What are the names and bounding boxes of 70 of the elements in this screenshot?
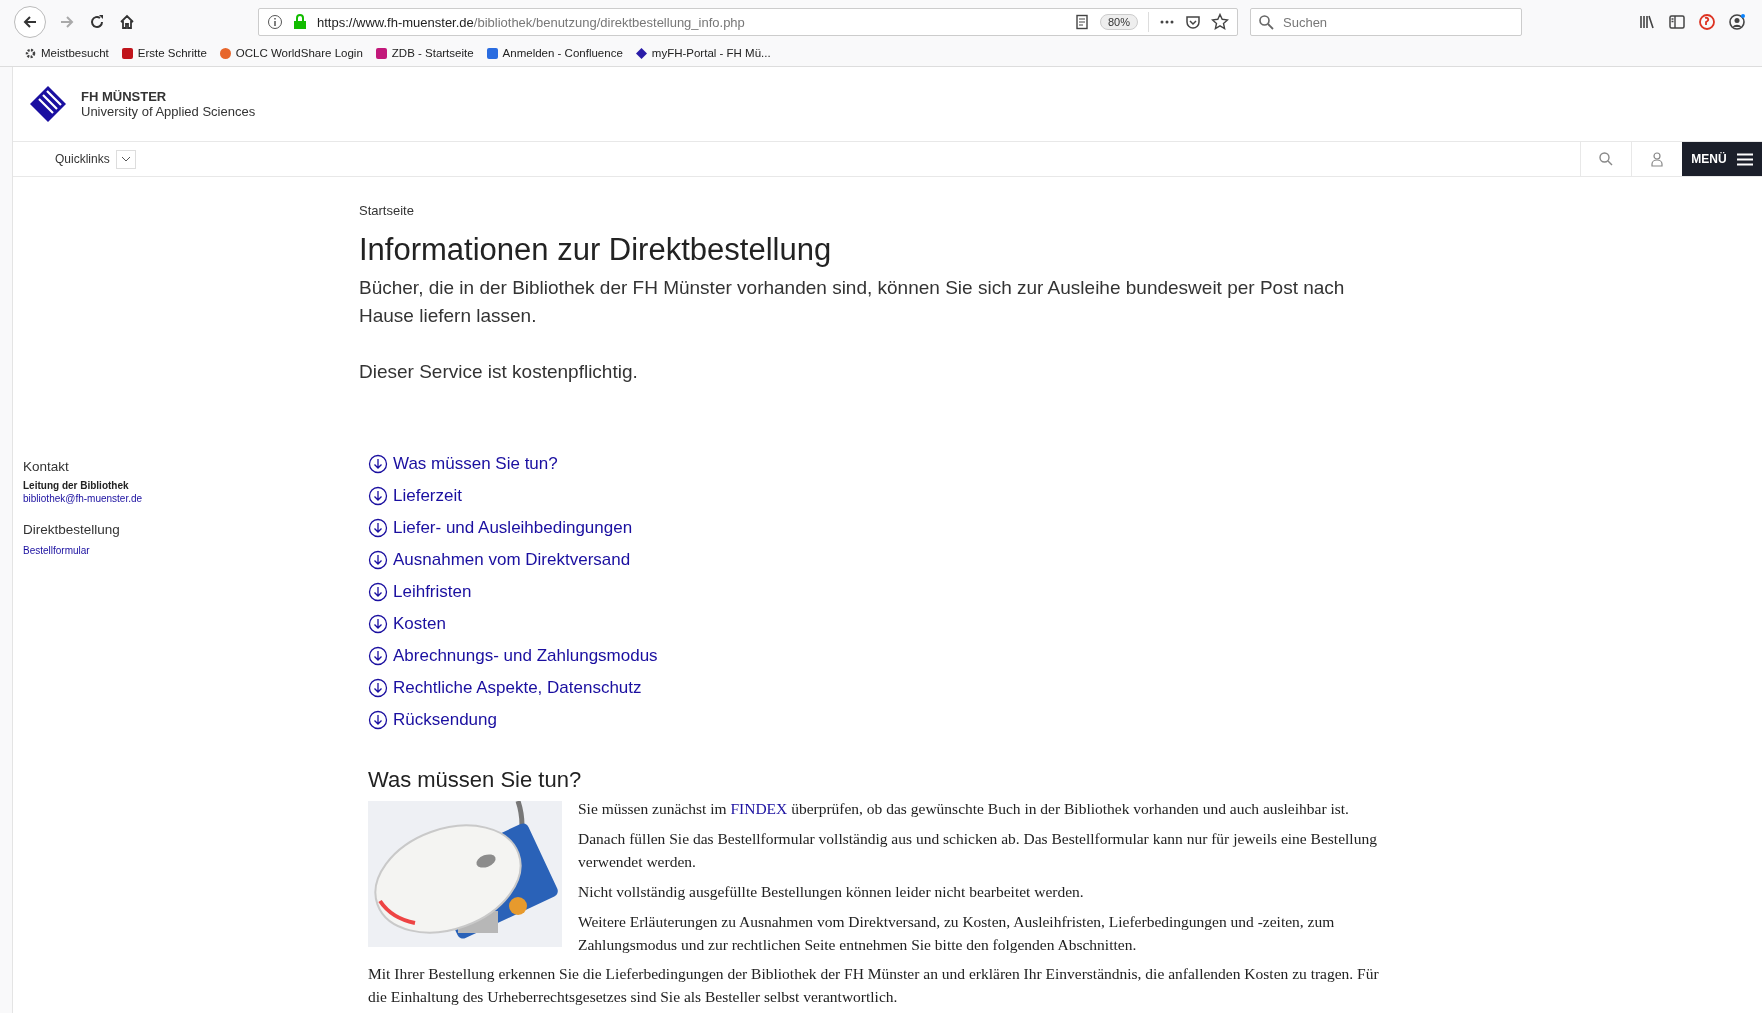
info-icon[interactable] <box>267 14 283 30</box>
findex-link[interactable]: FINDEX <box>730 800 788 817</box>
sidebar-icon[interactable] <box>1668 13 1686 31</box>
user-icon <box>1650 151 1664 167</box>
quicklinks-label[interactable]: Quicklinks <box>55 152 110 166</box>
bookmark[interactable]: Anmelden - Confluence <box>485 46 623 60</box>
arrow-down-circle-icon <box>368 485 388 506</box>
body-paragraph: Mit Ihrer Bestellung erkennen Sie die Lieferbedingungen der Bibliothek der FH Münster an und erklären Ihr Einverständnis, die anfallenden Kosten zu tragen. Für die Einhaltung des Urheberrechtsgesetzes sind Sie als Besteller selbst verantwortlich. <box>368 964 1380 1007</box>
arrow-down-circle-icon <box>368 613 388 634</box>
university-logo[interactable] <box>29 85 67 123</box>
anchor-link[interactable]: Leihfristen <box>368 580 658 603</box>
favicon-icon <box>374 46 388 60</box>
chevron-down-icon <box>120 156 131 162</box>
menu-button[interactable]: MENÜ <box>1682 142 1762 176</box>
bookmark[interactable]: Erste Schritte <box>120 46 207 60</box>
bookmark[interactable]: Meistbesucht <box>24 46 109 60</box>
sidebar-link[interactable]: Bestellformular <box>23 545 90 556</box>
arrow-down-circle-icon <box>368 709 388 730</box>
sidebar-heading: Direktbestellung <box>23 522 120 537</box>
star-icon[interactable] <box>1211 13 1229 31</box>
body-paragraph: Weitere Erläuterungen zu Ausnahmen vom Direktversand, zu Kosten, Ausleihfristen, Lieferbedingungen und -zeiten, zum Zahlungsmodus und zur rechtlichen Seite entnehmen Sie bitte den folgenden Abschnitten. <box>578 912 1336 955</box>
account-icon[interactable] <box>1728 13 1746 31</box>
lock-icon <box>293 14 307 30</box>
anchor-link[interactable]: Rechtliche Aspekte, Datenschutz <box>368 676 658 699</box>
arrow-down-circle-icon <box>368 677 388 698</box>
anchor-link[interactable]: Kosten <box>368 612 658 635</box>
anchor-link[interactable]: Was müssen Sie tun? <box>368 452 658 475</box>
body-paragraph: Danach füllen Sie das Bestellformular vollständig aus und schicken ab. Das Bestellformular kann nur für jeweils eine Bestellung verwendet werden. <box>578 829 1378 872</box>
bookmark[interactable]: myFH-Portal - FH Mü... <box>634 46 771 60</box>
url-text: https://www.fh-muenster.de/bibliothek/benutzung/direktbestellung_info.php <box>317 14 746 30</box>
pocket-icon[interactable] <box>1185 14 1201 30</box>
sidebar-link[interactable]: bibliothek@fh-muenster.de <box>23 493 143 504</box>
menu-icon <box>1736 152 1753 166</box>
bookmark[interactable]: ZDB - Startseite <box>374 46 474 60</box>
intro-text: Dieser Service ist kostenpflichtig. <box>359 360 639 384</box>
breadcrumb[interactable]: Startseite <box>359 203 414 218</box>
back-button[interactable] <box>14 6 46 38</box>
contact-label: Leitung der Bibliothek <box>23 480 129 491</box>
site-name: FH MÜNSTER <box>81 89 168 104</box>
anchor-link[interactable]: Rücksendung <box>368 708 658 731</box>
reload-icon[interactable] <box>88 13 106 31</box>
anchor-link[interactable]: Lieferzeit <box>368 484 658 507</box>
arrow-down-circle-icon <box>368 581 388 602</box>
search-icon <box>1598 151 1614 167</box>
section-heading: Was müssen Sie tun? <box>368 767 582 793</box>
favicon-icon <box>120 46 134 60</box>
reader-view-icon[interactable] <box>1073 14 1090 30</box>
library-icon[interactable] <box>1638 13 1656 31</box>
site-subtitle: University of Applied Sciences <box>81 104 256 119</box>
arrow-down-circle-icon <box>368 453 388 474</box>
gear-icon <box>24 46 37 60</box>
extension-icon[interactable] <box>1698 13 1716 31</box>
arrow-down-circle-icon <box>368 645 388 666</box>
home-icon[interactable] <box>118 13 136 31</box>
body-paragraph: Sie müssen zunächst im FINDEX überprüfen, ob das gewünschte Buch in der Bibliothek vorhanden und auch ausleihbar ist. <box>578 799 1350 819</box>
anchor-link[interactable]: Abrechnungs- und Zahlungsmodus <box>368 644 658 667</box>
arrow-down-circle-icon <box>368 517 388 538</box>
address-bar[interactable]: https://www.fh-muenster.de/bibliothek/benutzung/direktbestellung_info.php 80% <box>258 8 1238 36</box>
arrow-down-circle-icon <box>368 549 388 570</box>
page-title: Informationen zur Direktbestellung <box>359 232 832 268</box>
search-field[interactable]: Suchen <box>1250 8 1522 36</box>
anchor-link[interactable]: Liefer- und Ausleihbedingungen <box>368 516 658 539</box>
bookmark[interactable]: OCLC WorldShare Login <box>218 46 363 60</box>
anchor-link[interactable]: Ausnahmen vom Direktversand <box>368 548 658 571</box>
body-paragraph: Nicht vollständig ausgefüllte Bestellungen können leider nicht bearbeitet werden. <box>578 882 1085 902</box>
intro-text: Bücher, die in der Bibliothek der FH Münster vorhanden sind, können Sie sich zur Ausleihe bundesweit per Post nach Hause liefern lassen. <box>359 276 1346 328</box>
favicon-icon <box>485 46 499 60</box>
zoom-level-button[interactable]: 80% <box>1099 14 1138 30</box>
sidebar-heading: Kontakt <box>23 459 69 474</box>
diamond-icon <box>634 46 648 60</box>
